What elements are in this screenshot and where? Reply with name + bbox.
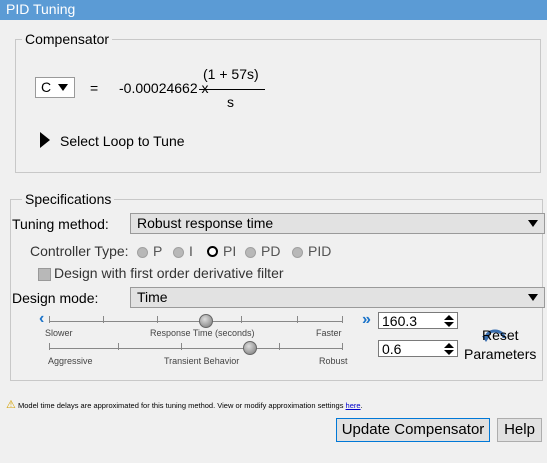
window-title: PID Tuning xyxy=(6,1,76,17)
transient-slider-right-label: Robust xyxy=(319,356,348,366)
parameters-label: Parameters xyxy=(464,346,537,362)
transient-behavior-slider-thumb[interactable] xyxy=(243,341,257,355)
compensator-numerator: (1 + 57s) xyxy=(203,66,259,82)
help-button[interactable]: Help xyxy=(497,418,542,442)
expand-arrow-icon[interactable] xyxy=(40,132,50,148)
radio-p[interactable] xyxy=(137,247,148,258)
response-time-slider-thumb[interactable] xyxy=(199,314,213,328)
compensator-select[interactable]: C xyxy=(35,77,75,98)
radio-pd-label: PD xyxy=(261,243,281,259)
chevron-down-icon xyxy=(528,294,538,301)
tick xyxy=(49,316,50,323)
design-mode-select[interactable]: Time xyxy=(130,287,545,308)
transient-behavior-track xyxy=(49,348,343,349)
compensator-legend: Compensator xyxy=(22,31,113,47)
radio-pid-label: PID xyxy=(308,243,332,259)
warning-icon: ⚠ xyxy=(6,399,16,411)
compensator-gain: -0.00024662 x xyxy=(119,80,209,96)
spin-up-icon[interactable] xyxy=(444,343,454,348)
tuning-method-label: Tuning method: xyxy=(12,216,109,232)
reset-parameters-button[interactable]: Reset Parameters xyxy=(462,322,540,364)
spin-up-icon[interactable] xyxy=(444,315,454,320)
tick xyxy=(241,316,242,323)
compensator-group xyxy=(15,39,541,173)
response-time-value: 160.3 xyxy=(382,313,418,329)
approximation-note: Model time delays are approximated for t… xyxy=(18,401,363,410)
radio-pi[interactable] xyxy=(207,246,218,257)
transient-slider-center-label: Transient Behavior xyxy=(164,356,240,366)
title-bar: PID Tuning xyxy=(0,0,547,20)
spin-down-icon[interactable] xyxy=(444,322,454,327)
chevron-down-icon xyxy=(528,220,538,227)
select-loop-label[interactable]: Select Loop to Tune xyxy=(60,133,185,149)
radio-p-label: P xyxy=(153,243,163,259)
tuning-method-value: Robust response time xyxy=(137,215,274,231)
response-slider-left-label: Slower xyxy=(45,328,73,338)
radio-i-label: I xyxy=(189,243,193,259)
response-time-track xyxy=(49,321,343,322)
radio-pd[interactable] xyxy=(245,247,256,258)
equals-sign: = xyxy=(90,80,99,96)
tick xyxy=(279,343,280,350)
tick xyxy=(118,343,119,350)
approximation-note-text: Model time delays are approximated for t… xyxy=(18,401,344,410)
tick xyxy=(181,343,182,350)
derivative-filter-checkbox[interactable] xyxy=(38,268,51,281)
response-slider-right-label: Faster xyxy=(316,328,342,338)
approximation-note-period: . xyxy=(360,401,363,410)
compensator-denominator: s xyxy=(227,94,234,110)
tick xyxy=(49,343,50,350)
transient-slider-left-label: Aggressive xyxy=(48,356,93,366)
tick xyxy=(103,316,104,323)
response-time-input[interactable]: 160.3 xyxy=(378,312,458,329)
update-compensator-label: Update Compensator xyxy=(341,421,485,438)
design-mode-label: Design mode: xyxy=(12,290,99,306)
radio-i[interactable] xyxy=(173,247,184,258)
compensator-select-value: C xyxy=(41,79,52,95)
radio-pid[interactable] xyxy=(292,247,303,258)
chevron-left-icon[interactable]: ‹ xyxy=(39,310,44,328)
tick xyxy=(342,316,343,323)
help-label: Help xyxy=(504,421,535,438)
tuning-method-select[interactable]: Robust response time xyxy=(130,213,545,234)
spin-down-icon[interactable] xyxy=(444,350,454,355)
design-mode-value: Time xyxy=(137,289,168,305)
radio-pi-label: PI xyxy=(223,243,237,259)
specifications-legend: Specifications xyxy=(22,191,115,207)
transient-behavior-value: 0.6 xyxy=(382,341,402,357)
reset-label: Reset xyxy=(482,327,519,343)
fraction-bar xyxy=(199,89,265,90)
controller-type-label: Controller Type: xyxy=(30,243,129,259)
double-chevron-right-icon[interactable]: » xyxy=(362,311,371,329)
tick xyxy=(342,343,343,350)
approximation-settings-link[interactable]: here xyxy=(346,401,361,410)
derivative-filter-label: Design with first order derivative filte… xyxy=(54,265,284,281)
chevron-down-icon xyxy=(58,84,68,91)
tick xyxy=(297,316,298,323)
tick xyxy=(157,316,158,323)
update-compensator-button[interactable]: Update Compensator xyxy=(336,418,490,442)
response-slider-center-label: Response Time (seconds) xyxy=(150,328,255,338)
transient-behavior-input[interactable]: 0.6 xyxy=(378,340,458,357)
